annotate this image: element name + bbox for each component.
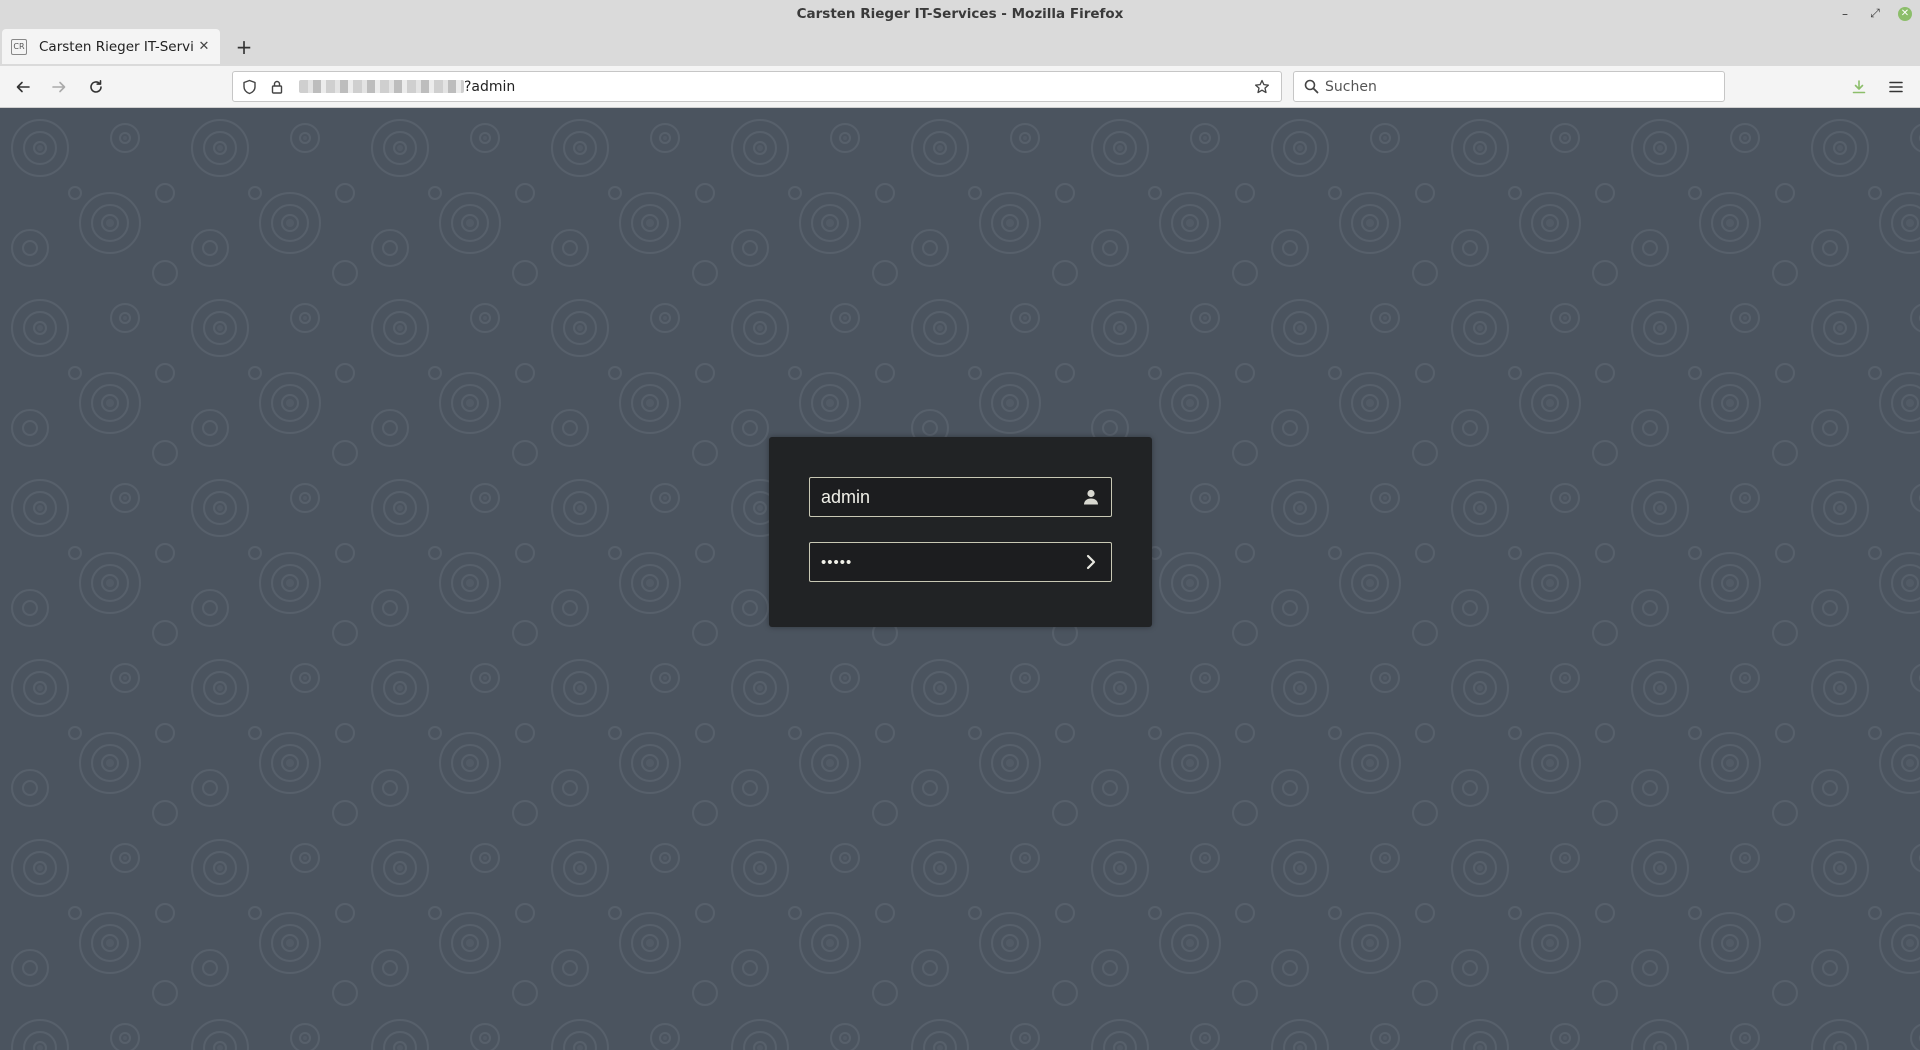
new-tab-button[interactable]: + [230,33,258,61]
username-field[interactable] [809,477,1112,517]
search-icon [1299,75,1323,99]
login-submit-button[interactable] [1081,552,1101,572]
reload-icon [90,80,102,93]
downloads-button[interactable] [1843,72,1875,102]
back-button[interactable] [7,72,39,102]
minimize-button[interactable]: – [1830,0,1860,27]
search-bar[interactable] [1293,71,1725,102]
password-input[interactable] [810,552,1063,572]
tab-carsten-rieger[interactable]: CR Carsten Rieger IT-Services ✕ [2,29,220,64]
window-controls: – ⤢ ✕ [1830,0,1920,27]
login-form [769,437,1152,627]
hamburger-menu-icon [1889,81,1903,93]
window-titlebar: Carsten Rieger IT-Services - Mozilla Fir… [0,0,1920,27]
tab-close-icon[interactable]: ✕ [194,37,214,57]
username-input[interactable] [810,485,1063,509]
password-field[interactable] [809,542,1112,582]
tab-strip: CR Carsten Rieger IT-Services ✕ + [0,27,1920,66]
reload-button[interactable] [80,72,112,102]
lock-icon[interactable] [265,75,289,99]
window-title: Carsten Rieger IT-Services - Mozilla Fir… [796,5,1124,22]
chevron-right-icon [1086,554,1096,570]
arrow-left-icon [16,81,30,93]
site-favicon-icon: CR [11,38,27,55]
page-content [0,108,1920,1050]
forward-button[interactable] [43,72,75,102]
url-bar[interactable]: ?admin [232,71,1282,102]
url-text: ?admin [464,78,516,95]
bookmark-star-icon[interactable] [1251,76,1273,98]
tracking-protection-shield-icon[interactable] [237,75,261,99]
search-input[interactable] [1323,77,1707,96]
blurred-url-host [299,80,464,93]
tab-title: Carsten Rieger IT-Services [39,38,194,55]
maximize-button[interactable]: ⤢ [1860,0,1890,27]
user-icon [1081,487,1101,507]
close-window-button[interactable]: ✕ [1890,0,1920,27]
download-icon [1852,80,1866,94]
arrow-right-icon [52,81,66,93]
navigation-toolbar: ?admin [0,66,1920,108]
app-menu-button[interactable] [1880,72,1912,102]
